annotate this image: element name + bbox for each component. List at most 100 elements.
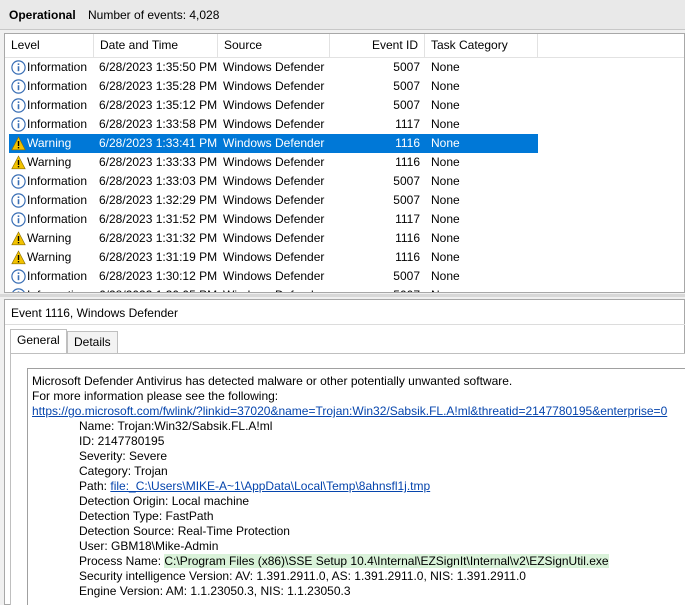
event-id: 5007: [393, 193, 420, 207]
event-row[interactable]: Information 6/28/2023 1:35:12 PM Windows D…: [5, 96, 684, 115]
event-date: 6/28/2023 1:33:33 PM: [99, 155, 218, 169]
event-task-category: None: [431, 286, 460, 292]
event-id: 1116: [395, 136, 420, 150]
event-source: Windows Defender: [223, 250, 325, 264]
event-id: 1117: [395, 212, 420, 226]
event-task-category: None: [431, 231, 460, 245]
threat-name: Name: Trojan:Win32/Sabsik.FL.A!ml: [79, 419, 273, 433]
threat-severity: Severity: Severe: [79, 449, 168, 463]
info-icon: [11, 79, 26, 94]
event-row[interactable]: Warning 6/28/2023 1:31:32 PM Windows Defen…: [5, 229, 684, 248]
event-id: 1116: [395, 155, 420, 169]
event-message-box[interactable]: Microsoft Defender Antivirus has detecte…: [27, 368, 685, 605]
process-label: Process Name:: [79, 554, 165, 568]
event-level: Information: [27, 174, 88, 188]
event-row[interactable]: Warning 6/28/2023 1:33:33 PM Windows Defen…: [5, 153, 684, 172]
event-level: Warning: [27, 136, 72, 150]
event-id: 5007: [365, 286, 420, 292]
event-id: 5007: [393, 98, 420, 112]
event-count: Number of events: 4,028: [88, 8, 220, 22]
event-task-category: None: [431, 136, 460, 150]
info-icon: [11, 174, 26, 189]
event-source: Windows Defender: [223, 79, 325, 93]
more-info-text: For more information please see the foll…: [32, 389, 279, 403]
event-level: Warning: [27, 155, 72, 169]
warning-icon: [11, 250, 26, 265]
event-level: Information: [27, 98, 88, 112]
log-name: Operational: [9, 8, 76, 22]
log-header: Operational Number of events: 4,028: [0, 0, 685, 30]
event-date: 6/28/2023 1:35:50 PM: [99, 60, 218, 74]
detail-title-divider: [5, 324, 685, 325]
threat-category: Category: Trojan: [79, 464, 168, 478]
event-level: Warning: [27, 231, 72, 245]
event-date: 6/28/2023 1:31:32 PM: [99, 231, 218, 245]
engine-version: Engine Version: AM: 1.1.23050.3, NIS: 1.…: [79, 584, 351, 598]
path-link[interactable]: file:_C:\Users\MIKE-A~1\AppData\Local\Te…: [110, 479, 430, 493]
event-row[interactable]: Information 6/28/2023 1:30:12 PM Windows D…: [5, 267, 684, 286]
event-source: Windows Defender: [223, 155, 325, 169]
event-row[interactable]: Information 6/28/2023 1:30:05 PM Windows D…: [5, 286, 684, 292]
event-date: 6/28/2023 1:30:12 PM: [99, 269, 218, 283]
threat-info-link[interactable]: https://go.microsoft.com/fwlink/?linkid=…: [32, 404, 667, 418]
event-source: Windows Defender: [223, 269, 325, 283]
info-icon: [11, 193, 26, 208]
tab-general[interactable]: General: [10, 329, 67, 354]
detection-user: User: GBM18\Mike-Admin: [79, 539, 219, 553]
event-level: Warning: [27, 250, 72, 264]
event-level: Information: [27, 269, 88, 283]
event-id: 5007: [393, 60, 420, 74]
event-level: Information: [27, 193, 88, 207]
event-date: 6/28/2023 1:33:41 PM: [99, 136, 218, 150]
event-task-category: None: [431, 98, 460, 112]
column-event-id[interactable]: Event ID: [330, 34, 425, 58]
warning-icon: [11, 155, 26, 170]
info-icon: [11, 60, 26, 75]
process-name: Process Name: C:\Program Files (x86)\SSE…: [79, 554, 609, 568]
info-icon: [11, 288, 26, 292]
event-date: 6/28/2023 1:32:29 PM: [99, 193, 218, 207]
event-row[interactable]: Information 6/28/2023 1:31:52 PM Windows D…: [5, 210, 684, 229]
event-date: 6/28/2023 1:33:03 PM: [99, 174, 218, 188]
event-task-category: None: [431, 79, 460, 93]
event-source: Windows Defender: [223, 98, 325, 112]
threat-path: Path: file:_C:\Users\MIKE-A~1\AppData\Lo…: [79, 479, 430, 493]
event-source: Windows Defender: [223, 117, 325, 131]
event-task-category: None: [431, 212, 460, 226]
security-intelligence-version: Security intelligence Version: AV: 1.391…: [79, 569, 526, 583]
event-row-selected[interactable]: Warning 6/28/2023 1:33:41 PM Windows Defen…: [5, 134, 684, 153]
event-id: 1116: [395, 231, 420, 245]
event-source: Windows Defender: [223, 193, 325, 207]
event-row[interactable]: Information 6/28/2023 1:33:03 PM Windows D…: [5, 172, 684, 191]
warning-icon: [11, 136, 26, 151]
event-id: 5007: [393, 269, 420, 283]
event-level: Information: [27, 286, 87, 292]
tab-details[interactable]: Details: [67, 331, 118, 354]
event-date: 6/28/2023 1:30:05 PM: [99, 286, 217, 292]
column-task-category[interactable]: Task Category: [425, 34, 538, 58]
event-source: Windows Defender: [223, 60, 325, 74]
event-row[interactable]: Information 6/28/2023 1:35:50 PM Windows D…: [5, 58, 684, 77]
event-row[interactable]: Information 6/28/2023 1:32:29 PM Windows D…: [5, 191, 684, 210]
column-source[interactable]: Source: [218, 34, 330, 58]
pane-splitter[interactable]: [0, 294, 685, 297]
event-task-category: None: [431, 117, 460, 131]
detection-type: Detection Type: FastPath: [79, 509, 214, 523]
event-source: Windows Defender: [223, 231, 325, 245]
event-date: 6/28/2023 1:31:19 PM: [99, 250, 218, 264]
column-date[interactable]: Date and Time: [94, 34, 218, 58]
event-task-category: None: [431, 60, 460, 74]
event-row[interactable]: Information 6/28/2023 1:33:58 PM Windows D…: [5, 115, 684, 134]
general-tab-body: Microsoft Defender Antivirus has detecte…: [10, 353, 685, 605]
event-detail-title: Event 1116, Windows Defender: [11, 306, 178, 320]
event-row[interactable]: Information 6/28/2023 1:35:28 PM Windows D…: [5, 77, 684, 96]
event-row[interactable]: Warning 6/28/2023 1:31:19 PM Windows Defen…: [5, 248, 684, 267]
event-source: Windows Defender: [223, 174, 325, 188]
event-source: Windows Defender: [223, 136, 325, 150]
column-level[interactable]: Level: [5, 34, 94, 58]
event-level: Information: [27, 79, 88, 93]
event-list[interactable]: Level Date and Time Source Event ID Task…: [4, 33, 685, 293]
warning-icon: [11, 231, 26, 246]
event-task-category: None: [431, 250, 460, 264]
event-date: 6/28/2023 1:31:52 PM: [99, 212, 218, 226]
